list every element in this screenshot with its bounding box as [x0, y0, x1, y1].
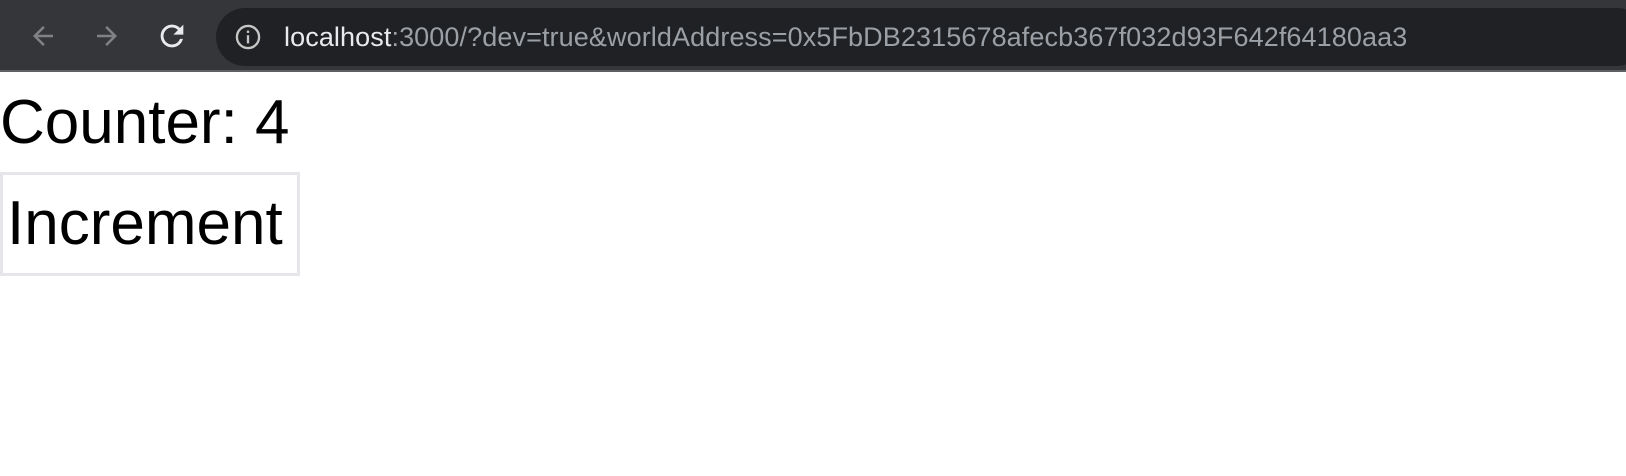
arrow-left-icon	[33, 26, 53, 46]
reload-icon	[160, 24, 184, 48]
reload-button[interactable]	[150, 14, 194, 58]
url-path: :3000/?dev=true&worldAddress=0x5FbDB2315…	[391, 22, 1408, 52]
back-button[interactable]	[21, 14, 65, 58]
increment-button[interactable]: Increment	[0, 172, 300, 276]
browser-toolbar: localhost:3000/?dev=true&worldAddress=0x…	[0, 0, 1626, 72]
info-icon[interactable]	[234, 23, 262, 51]
url-text[interactable]: localhost:3000/?dev=true&worldAddress=0x…	[284, 8, 1407, 66]
counter-label: Counter: 4	[0, 88, 290, 157]
forward-button[interactable]	[85, 14, 129, 58]
address-bar[interactable]: localhost:3000/?dev=true&worldAddress=0x…	[216, 8, 1626, 66]
url-host: localhost	[284, 22, 392, 52]
arrow-right-icon	[97, 26, 117, 46]
